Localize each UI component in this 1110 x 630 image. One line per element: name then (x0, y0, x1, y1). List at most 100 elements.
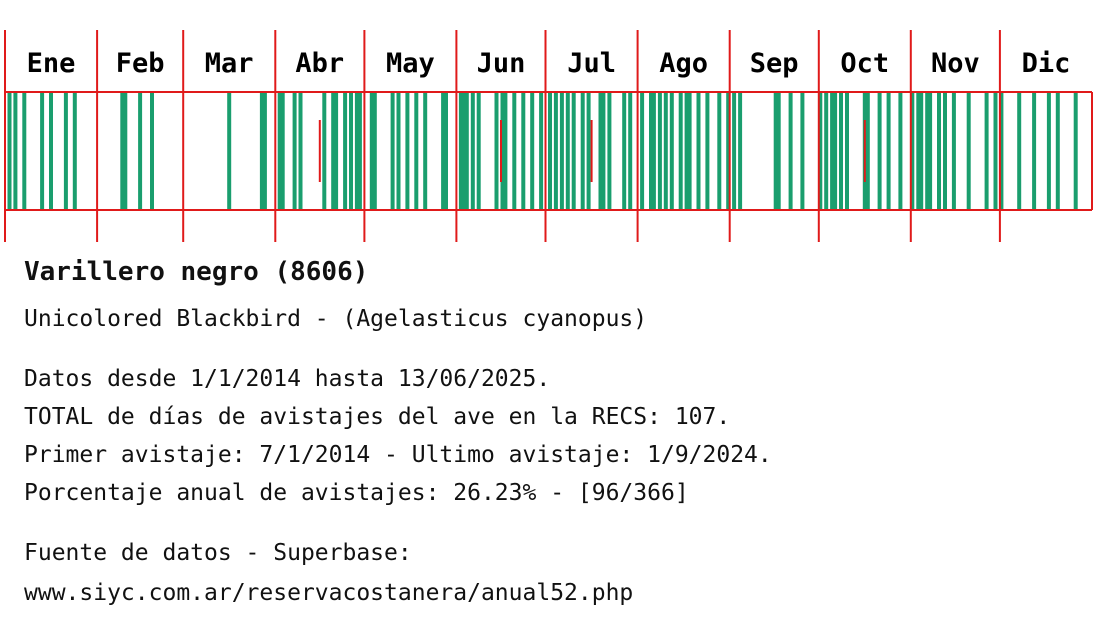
sighting-bar (150, 92, 154, 210)
sighting-bar (800, 92, 805, 210)
sighting-bar (984, 92, 989, 210)
sighting-bar (123, 92, 128, 210)
sighting-bar (63, 92, 68, 210)
sighting-bar (444, 92, 448, 210)
sighting-bar (553, 92, 558, 210)
sighting-bar (966, 92, 971, 210)
month-label-dic: Dic (1022, 48, 1071, 79)
sighting-bar (559, 92, 564, 210)
sighting-bar (717, 92, 722, 210)
sighting-bars (7, 92, 1078, 210)
first-last-sighting-text: Primer avistaje: 7/1/2014 - Ultimo avist… (24, 442, 772, 468)
sighting-bar (824, 92, 829, 210)
data-range-text: Datos desde 1/1/2014 hasta 13/06/2025. (24, 366, 551, 392)
sighting-bar (601, 92, 606, 210)
sighting-bar (628, 92, 633, 210)
month-label-abr: Abr (295, 48, 344, 79)
sighting-bar (696, 92, 701, 210)
data-source-url: www.siyc.com.ar/reservacostanera/anual52… (24, 580, 634, 606)
month-label-feb: Feb (116, 48, 165, 79)
sighting-bar (470, 92, 475, 210)
sighting-bar (732, 92, 737, 210)
sighting-bar (580, 92, 585, 210)
sighting-bar (687, 92, 692, 210)
sighting-bar (530, 92, 535, 210)
sighting-bar (877, 92, 882, 210)
sighting-bar (1055, 92, 1060, 210)
sighting-bar (865, 92, 870, 210)
sighting-bar (776, 92, 781, 210)
month-label-nov: Nov (931, 48, 980, 79)
sighting-bar (390, 92, 395, 210)
sighting-bar (898, 92, 903, 210)
sighting-bar (571, 92, 576, 210)
sighting-bar (512, 92, 517, 210)
species-title: Varillero negro (8606) (24, 257, 369, 287)
sighting-bar (548, 92, 552, 210)
month-label-mar: Mar (205, 48, 254, 79)
sighting-bar (7, 92, 12, 210)
month-label-jun: Jun (477, 48, 526, 79)
month-label-oct: Oct (840, 48, 889, 79)
sighting-bar (1017, 92, 1022, 210)
sighting-bar (845, 92, 849, 210)
sighting-bar (738, 92, 743, 210)
sighting-bar (640, 92, 645, 210)
data-source-label: Fuente de datos - Superbase: (24, 540, 412, 566)
sighting-bar (322, 92, 327, 210)
sighting-bar (292, 92, 297, 210)
sighting-bar (669, 92, 674, 210)
sighting-bar (349, 92, 353, 210)
sighting-bar (372, 92, 377, 210)
sighting-bar (937, 92, 941, 210)
sighting-bar (663, 92, 668, 210)
sighting-bar (40, 92, 45, 210)
total-days-text: TOTAL de días de avistajes del ave en la… (24, 404, 731, 430)
sighting-bar (521, 92, 526, 210)
annual-percentage-text: Porcentaje anual de avistajes: 26.23% - … (24, 480, 689, 506)
sighting-bar (886, 92, 891, 210)
sighting-bar (49, 92, 53, 210)
sighting-bar (396, 92, 401, 210)
sighting-bar (1046, 92, 1051, 210)
sighting-bar (928, 92, 933, 210)
sighting-bar (494, 92, 499, 210)
sighting-bar (839, 92, 843, 210)
sighting-bar (607, 92, 612, 210)
sighting-bar (919, 92, 924, 210)
sighting-bar (72, 92, 77, 210)
sighting-bar (298, 92, 303, 210)
sighting-bar (262, 92, 267, 210)
sighting-bar (503, 92, 508, 210)
sighting-bar (476, 92, 481, 210)
sighting-bar (678, 92, 683, 210)
sighting-bar (586, 92, 591, 210)
sighting-bar (464, 92, 469, 210)
sighting-bar (138, 92, 143, 210)
sighting-bar (280, 92, 285, 210)
sighting-bar (343, 92, 348, 210)
month-label-jul: Jul (567, 48, 616, 79)
sighting-bar (943, 92, 947, 210)
sighting-bar (227, 92, 232, 210)
sighting-bar (657, 92, 662, 210)
sighting-bar (651, 92, 656, 210)
sighting-bar (993, 92, 998, 210)
month-label-ago: Ago (659, 48, 708, 79)
sighting-bar (833, 92, 838, 210)
sighting-bar (1073, 92, 1078, 210)
annual-sightings-chart: Ene Feb Mar Abr May Jun Jul Ago Sep Oct Nov Dic (4, 30, 1093, 242)
sighting-bar (357, 92, 362, 210)
species-subtitle: Unicolored Blackbird - (Agelasticus cyan… (24, 306, 648, 332)
sighting-bar (334, 92, 339, 210)
sighting-bar (13, 92, 18, 210)
sighting-bar (788, 92, 793, 210)
sighting-bar (705, 92, 710, 210)
sighting-bar (405, 92, 410, 210)
sighting-bar (622, 92, 627, 210)
sighting-bar (951, 92, 956, 210)
month-label-ene: Ene (27, 48, 76, 79)
sighting-bar (414, 92, 419, 210)
sighting-bar (423, 92, 428, 210)
sighting-bar (539, 92, 544, 210)
